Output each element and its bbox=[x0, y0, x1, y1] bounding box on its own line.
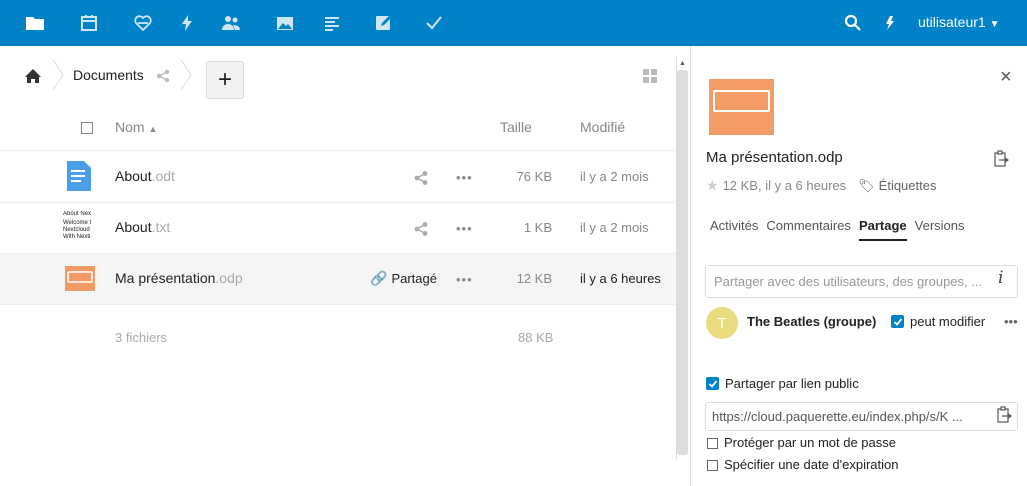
home-icon[interactable] bbox=[24, 68, 42, 84]
tab-sharing[interactable]: Partage bbox=[858, 218, 907, 241]
presentation-icon bbox=[65, 266, 95, 291]
file-size: 1 KB bbox=[523, 220, 552, 235]
user-menu[interactable]: utilisateur1 ▼ bbox=[918, 14, 1000, 30]
sidebar-tabs: Activités Commentaires Partage Versions bbox=[710, 218, 973, 241]
can-edit-checkbox[interactable] bbox=[891, 315, 904, 328]
file-modified: il y a 6 heures bbox=[580, 271, 661, 286]
file-extension: .odp bbox=[215, 270, 243, 286]
expiry-checkbox[interactable] bbox=[707, 460, 718, 471]
column-size[interactable]: Taille bbox=[500, 119, 532, 135]
file-extension: .odt bbox=[151, 168, 175, 184]
file-basename: About bbox=[115, 168, 152, 184]
share-recipient: The Beatles (groupe) bbox=[747, 314, 877, 329]
activity-icon[interactable] bbox=[177, 13, 197, 33]
table-row[interactable]: Ma présentation.odp 🔗 Partagé ••• 12 KB … bbox=[0, 254, 676, 305]
file-name[interactable]: About.txt bbox=[115, 219, 170, 235]
file-list-header: Nom ▲ Taille Modifié bbox=[0, 105, 676, 151]
share-icon[interactable] bbox=[156, 69, 170, 83]
select-all-checkbox[interactable] bbox=[81, 122, 93, 134]
more-actions-icon[interactable]: ••• bbox=[456, 272, 473, 287]
avatar: T bbox=[706, 307, 738, 339]
link-icon: 🔗 bbox=[370, 270, 388, 286]
more-actions-icon[interactable]: ••• bbox=[456, 221, 473, 236]
gallery-icon[interactable] bbox=[275, 13, 295, 33]
sidebar-filename: Ma présentation.odp bbox=[706, 149, 843, 166]
username: utilisateur1 bbox=[918, 14, 986, 30]
file-count: 3 fichiers bbox=[115, 330, 168, 345]
tab-versions[interactable]: Versions bbox=[915, 218, 965, 241]
file-size: 76 KB bbox=[516, 169, 552, 184]
share-with-input[interactable]: Partager avec des utilisateurs, des grou… bbox=[705, 265, 1018, 298]
breadcrumb-documents[interactable]: Documents bbox=[73, 67, 144, 83]
column-modified[interactable]: Modifié bbox=[580, 119, 625, 135]
sidebar-meta: ★ 12 KB, il y a 6 heures 🏷 Étiquettes bbox=[706, 177, 936, 194]
edit-icon[interactable] bbox=[374, 13, 394, 33]
close-icon[interactable]: × bbox=[1000, 66, 1012, 89]
files-icon[interactable] bbox=[25, 13, 45, 33]
shared-label: Partagé bbox=[391, 271, 437, 286]
table-row[interactable]: About.odt ••• 76 KB il y a 2 mois bbox=[0, 152, 676, 203]
public-link-url: https://cloud.paquerette.eu/index.php/s/… bbox=[712, 409, 963, 424]
table-row[interactable]: About Nex Welcome t Nextcloud With Nexti… bbox=[0, 203, 676, 254]
share-icon[interactable] bbox=[413, 221, 429, 237]
total-size: 88 KB bbox=[518, 330, 554, 345]
activity-heart-icon[interactable] bbox=[133, 13, 153, 33]
public-link-checkbox[interactable] bbox=[706, 377, 719, 390]
expiry-label: Spécifier une date d'expiration bbox=[724, 457, 899, 472]
text-file-thumbnail: About Nex Welcome t Nextcloud With Nexti bbox=[63, 211, 97, 245]
file-extension: .txt bbox=[151, 219, 171, 235]
notifications-icon[interactable] bbox=[880, 13, 900, 33]
tab-comments[interactable]: Commentaires bbox=[766, 218, 851, 241]
file-basename: About bbox=[115, 219, 152, 235]
tasks-icon[interactable] bbox=[424, 13, 444, 33]
column-name-label: Nom bbox=[115, 119, 145, 135]
calendar-icon[interactable] bbox=[79, 13, 99, 33]
password-label: Protéger par un mot de passe bbox=[724, 435, 896, 450]
more-actions-icon[interactable]: ••• bbox=[456, 170, 473, 185]
public-link-field[interactable]: https://cloud.paquerette.eu/index.php/s/… bbox=[705, 402, 1018, 431]
breadcrumb-separator bbox=[52, 60, 64, 90]
chevron-down-icon: ▼ bbox=[989, 19, 1000, 30]
top-bar: utilisateur1 ▼ bbox=[0, 0, 1027, 46]
more-actions-icon[interactable]: ••• bbox=[1004, 314, 1018, 329]
share-with-placeholder: Partager avec des utilisateurs, des grou… bbox=[714, 274, 983, 289]
info-icon[interactable]: i bbox=[998, 268, 1003, 288]
add-button[interactable]: + bbox=[206, 61, 244, 99]
preview-line: About Nex bbox=[63, 211, 92, 217]
shared-status[interactable]: 🔗 Partagé bbox=[370, 270, 437, 287]
public-link-label: Partager par lien public bbox=[725, 376, 859, 391]
contacts-icon[interactable] bbox=[221, 13, 241, 33]
can-edit-label: peut modifier bbox=[910, 314, 986, 329]
preview-line: Welcome t bbox=[63, 220, 92, 226]
copy-link-icon[interactable] bbox=[996, 406, 1013, 424]
sort-asc-icon: ▲ bbox=[148, 124, 158, 134]
file-modified: il y a 2 mois bbox=[580, 220, 649, 235]
file-name[interactable]: About.odt bbox=[115, 168, 175, 184]
file-modified: il y a 2 mois bbox=[580, 169, 649, 184]
search-icon[interactable] bbox=[843, 13, 863, 33]
document-icon bbox=[67, 161, 91, 191]
grid-view-icon[interactable] bbox=[643, 69, 657, 83]
password-checkbox[interactable] bbox=[707, 438, 718, 449]
tag-icon: 🏷 bbox=[858, 177, 875, 193]
file-preview-inner bbox=[713, 90, 770, 112]
tab-activities[interactable]: Activités bbox=[710, 218, 758, 241]
scroll-up-arrow[interactable]: ▲ bbox=[679, 60, 686, 67]
file-name[interactable]: Ma présentation.odp bbox=[115, 270, 243, 286]
tags-link[interactable]: Étiquettes bbox=[879, 178, 937, 193]
column-name[interactable]: Nom ▲ bbox=[115, 119, 157, 135]
file-basename: Ma présentation bbox=[115, 270, 216, 286]
breadcrumb-separator bbox=[180, 60, 192, 90]
share-icon[interactable] bbox=[413, 170, 429, 186]
clipboard-icon[interactable] bbox=[993, 150, 1010, 168]
scrollbar-thumb[interactable] bbox=[677, 70, 688, 455]
file-size: 12 KB bbox=[516, 271, 552, 286]
star-icon[interactable]: ★ bbox=[706, 177, 719, 194]
file-meta: 12 KB, il y a 6 heures bbox=[722, 178, 847, 193]
preview-line: Nextcloud bbox=[63, 227, 90, 233]
notes-icon[interactable] bbox=[322, 13, 342, 33]
preview-line: With Nexti bbox=[63, 234, 91, 240]
